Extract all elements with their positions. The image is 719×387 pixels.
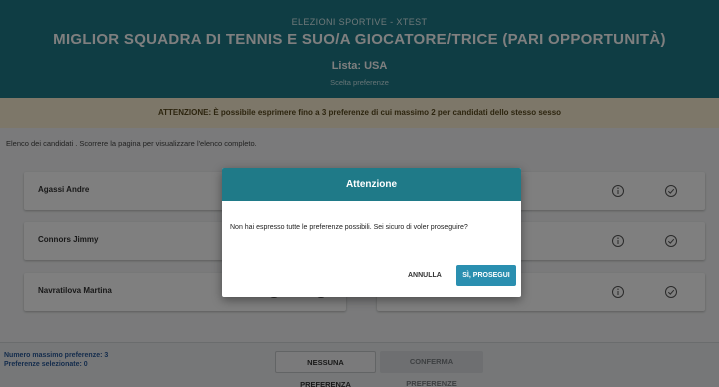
confirm-dialog: Attenzione Non hai espresso tutte le pre…: [222, 168, 521, 297]
dialog-message: Non hai espresso tutte le preferenze pos…: [230, 224, 468, 231]
proceed-button[interactable]: SÌ, PROSEGUI: [456, 265, 516, 286]
dialog-title: Attenzione: [222, 168, 521, 201]
cancel-button[interactable]: ANNULLA: [404, 267, 446, 285]
